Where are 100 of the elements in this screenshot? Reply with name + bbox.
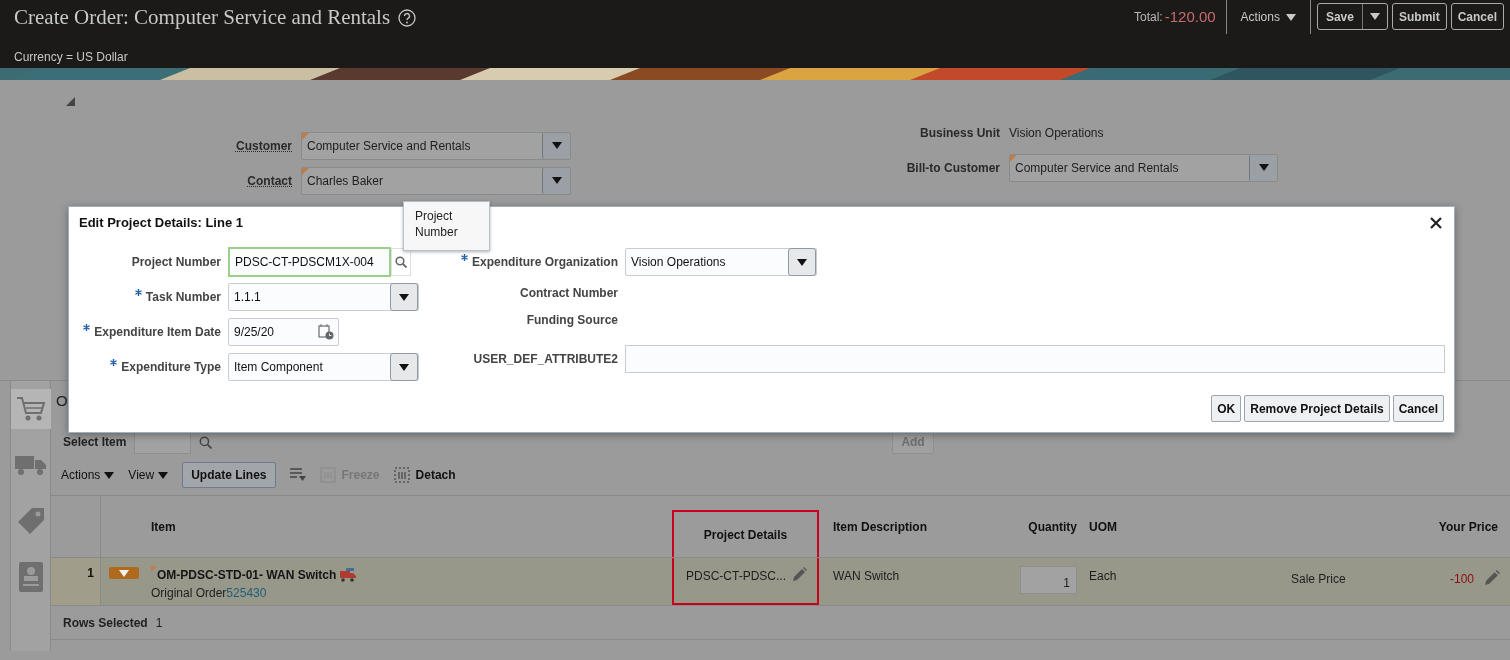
dialog-title: Edit Project Details: Line 1 [79, 214, 243, 232]
rows-selected-label: Rows Selected [63, 614, 148, 632]
dropdown-field[interactable]: Vision Operations [625, 248, 817, 276]
dialog-button[interactable]: Cancel [1392, 395, 1444, 422]
field-value: Computer Service and Rentals [1014, 159, 1180, 177]
dropdown-button[interactable] [390, 353, 418, 381]
currency-text: Currency = US Dollar [14, 48, 129, 66]
field-label: Funding Source [526, 312, 618, 329]
dropdown-button[interactable] [542, 167, 570, 194]
date-field[interactable]: 9/25/20 [228, 318, 339, 346]
truck-icon [14, 453, 47, 477]
dropdown-field[interactable]: 1.1.1 [228, 283, 419, 311]
table-cell-text: Each [1088, 568, 1118, 585]
dropdown-field[interactable]: Item Component [228, 353, 419, 381]
total-amount: -120.00 [1164, 6, 1216, 27]
field-value: Vision Operations [1009, 124, 1104, 142]
side-tab[interactable] [10, 389, 51, 429]
column-header[interactable]: Item [151, 517, 672, 536]
select-item-label: Select Item [63, 434, 127, 451]
search-icon[interactable] [199, 435, 213, 449]
search-icon [395, 256, 407, 268]
field-label: Expenditure Organization [472, 254, 618, 271]
section-heading: O [56, 392, 68, 409]
menu-button[interactable]: Actions [61, 466, 115, 484]
header-button[interactable]: Cancel [1450, 3, 1504, 30]
page-title: Create Order: Computer Service and Rentals [14, 4, 391, 31]
caret-icon [1258, 164, 1269, 171]
dialog-button[interactable]: OK [1211, 395, 1242, 422]
dropdown-button[interactable] [390, 283, 418, 311]
calendar-icon[interactable] [318, 324, 334, 340]
table-row[interactable]: 1 OM-PDSC-STD-01- WAN Switch Original Order525430 PDSC-CT-PDSC... WAN Switch 1 Each Sale Price -100 [51, 558, 1510, 606]
pencil-icon[interactable] [1484, 570, 1500, 586]
table-cell-text: WAN Switch [832, 568, 901, 585]
menu-button[interactable]: View [128, 466, 169, 484]
save-split-button[interactable]: Save [1316, 3, 1388, 30]
detach-icon [393, 467, 410, 483]
field-label: Bill-to Customer [905, 159, 1000, 177]
field-label: Customer [235, 137, 292, 155]
dropdown-field[interactable]: Computer Service and Rentals [301, 131, 571, 160]
field-label: Expenditure Item Date [94, 324, 221, 341]
rows-selected-count: 1 [155, 614, 163, 632]
dropdown-button[interactable] [1249, 154, 1277, 181]
caret-icon [104, 471, 115, 479]
column-header[interactable]: Your Price [1279, 517, 1510, 536]
caret-icon [1285, 13, 1296, 21]
column-header[interactable]: UOM [1081, 517, 1279, 536]
dropdown-button[interactable] [788, 248, 816, 276]
detach-button[interactable]: Detach [393, 466, 456, 484]
field-value: Charles Baker [306, 172, 385, 190]
cart-icon [15, 395, 46, 423]
caret-icon [551, 177, 562, 184]
update-lines-button[interactable]: Update Lines [182, 462, 276, 488]
column-header[interactable]: Item Description [819, 517, 1019, 536]
column-header[interactable]: Quantity [1019, 517, 1081, 536]
table-cell-text: PDSC-CT-PDSC... [686, 568, 786, 585]
caret-icon [551, 142, 562, 149]
caret-icon [1369, 13, 1380, 20]
badge-icon [18, 562, 43, 592]
total-label: Total: [1134, 9, 1163, 26]
project-number-field[interactable]: PDSC-CT-PDSCM1X-004 [228, 247, 391, 277]
row-number: 1 [51, 558, 101, 605]
field-value: Computer Service and Rentals [306, 137, 472, 155]
caret-icon [399, 363, 409, 371]
caret-icon [119, 569, 129, 577]
dropdown-field[interactable]: Charles Baker [301, 166, 571, 195]
text-field[interactable] [625, 345, 1445, 373]
field-value: 9/25/20 [234, 324, 275, 341]
field-value: Item Component [233, 359, 324, 376]
caret-icon [399, 293, 409, 301]
field-label: Project Number [131, 254, 221, 271]
caret-icon [797, 258, 807, 266]
field-value: Vision Operations [630, 254, 727, 271]
header-button[interactable]: Submit [1391, 3, 1447, 30]
field-label: Contract Number [520, 285, 618, 302]
quantity-field[interactable]: 1 [1020, 566, 1077, 594]
filter-icon[interactable] [289, 468, 306, 482]
field-label: Task Number [145, 289, 221, 306]
price-type: Sale Price [1290, 571, 1346, 588]
actions-menu[interactable]: Actions [1225, 0, 1311, 34]
close-button[interactable] [1430, 216, 1442, 229]
help-icon[interactable] [398, 8, 417, 27]
original-order-label: Original Order [151, 585, 227, 602]
field-label: Business Unit [919, 124, 1000, 142]
row-menu-button[interactable] [109, 567, 139, 579]
field-value: 1.1.1 [233, 289, 262, 306]
field-label: USER_DEF_ATTRIBUTE2 [473, 351, 618, 368]
field-label: Contact [246, 172, 292, 190]
item-name: OM-PDSC-STD-01- WAN Switch [151, 566, 337, 584]
price-value: -100 [1449, 571, 1474, 588]
truck-icon [340, 568, 357, 582]
dialog-button[interactable]: Remove Project Details [1244, 395, 1390, 422]
tooltip: Project Number [403, 201, 490, 251]
search-button[interactable] [391, 248, 411, 276]
caret-icon [158, 471, 169, 479]
collapse-icon[interactable] [66, 97, 75, 106]
pencil-icon[interactable] [792, 567, 807, 582]
dropdown-button[interactable] [542, 132, 570, 159]
dropdown-field[interactable]: Computer Service and Rentals [1009, 153, 1278, 182]
save-button[interactable]: Save [1317, 4, 1363, 29]
field-label: Expenditure Type [121, 359, 221, 376]
